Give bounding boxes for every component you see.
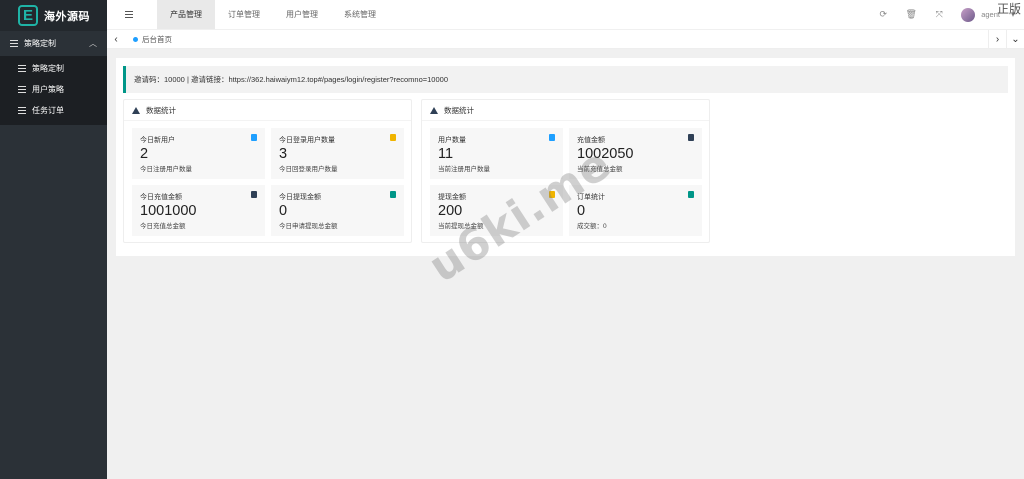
sidebar: E 海外源码 策略定制 ︿ 策略定制 用户策略 任务订单: [0, 0, 107, 479]
stat-label: 今日登录用户数量: [279, 137, 335, 144]
stat-card: 今日提现金额 0 今日申请提现总金额: [271, 185, 404, 236]
stat-value: 11: [438, 146, 454, 162]
topbar: 产品管理 订单管理 用户管理 系统管理 ⟳ 🗑 ⤧ agent ▾: [107, 0, 1024, 29]
stat-badge: [390, 134, 396, 141]
stat-label: 充值金额: [577, 137, 605, 144]
invite-banner: 邀请码：10000 | 邀请链接：https://362.haiwaiym12.…: [123, 66, 1008, 93]
stat-badge: [549, 134, 555, 141]
stat-card: 今日新用户 2 今日注册用户数量: [132, 128, 265, 179]
list-icon: [10, 40, 18, 47]
trash-icon[interactable]: 🗑: [897, 9, 925, 20]
stat-desc: 当前提现总金额: [438, 223, 484, 230]
refresh-icon[interactable]: ⟳: [869, 9, 897, 20]
stat-desc: 当前注册用户数量: [438, 166, 490, 173]
stat-card: 充值金额 1002050 当前充值总金额: [569, 128, 702, 179]
stat-badge: [251, 191, 257, 198]
panel-header: 数据统计: [124, 100, 411, 121]
sidebar-item-strategy-custom[interactable]: 策略定制: [0, 58, 107, 79]
logo-mark: E: [18, 5, 38, 26]
stat-value: 1002050: [577, 146, 634, 162]
warning-icon: [132, 106, 140, 114]
list-icon: [18, 107, 26, 114]
stats-panel-today: 数据统计 今日新用户 2 今日注册用户数量 今日登录用户数量 3 今日回登录用户…: [123, 99, 412, 243]
page-tab-label: 后台首页: [142, 34, 172, 44]
stat-card: 用户数量 11 当前注册用户数量: [430, 128, 563, 179]
sidebar-item-user-strategy[interactable]: 用户策略: [0, 79, 107, 100]
corner-label: 正版: [996, 2, 1021, 16]
list-icon: [125, 11, 133, 18]
stat-value: 0: [577, 203, 586, 219]
stat-desc: 今日充值总金额: [140, 223, 186, 230]
avatar[interactable]: [961, 7, 976, 22]
page-tabs-bar: ‹ 后台首页 › ⌄: [107, 30, 1024, 49]
stats-panel-total: 数据统计 用户数量 11 当前注册用户数量 充值金额 1002050 当前充值总…: [421, 99, 710, 243]
sidebar-group-strategy[interactable]: 策略定制 ︿: [0, 31, 107, 56]
tab-order-management[interactable]: 订单管理: [215, 0, 273, 29]
stat-value: 3: [279, 146, 288, 162]
stat-value: 0: [279, 203, 288, 219]
stat-card: 今日充值金额 1001000 今日充值总金额: [132, 185, 265, 236]
stat-badge: [390, 191, 396, 198]
dashboard-card: 邀请码：10000 | 邀请链接：https://362.haiwaiym12.…: [116, 58, 1015, 256]
stat-badge: [688, 134, 694, 141]
sidebar-item-task-orders[interactable]: 任务订单: [0, 100, 107, 121]
warning-icon: [430, 106, 438, 114]
active-dot: [133, 36, 138, 42]
stat-badge: [688, 191, 694, 198]
logo[interactable]: E 海外源码: [0, 0, 107, 31]
sidebar-group-label: 策略定制: [24, 39, 56, 48]
stat-card: 提现金额 200 当前提现总金额: [430, 185, 563, 236]
logo-text: 海外源码: [44, 10, 90, 23]
chevron-down-icon[interactable]: ⌄: [1006, 30, 1024, 49]
stat-desc: 今日注册用户数量: [140, 166, 192, 173]
sidebar-item-label: 用户策略: [32, 85, 64, 94]
stat-badge: [549, 191, 555, 198]
stat-desc: 成交额：0: [577, 223, 607, 230]
stat-label: 今日新用户: [140, 137, 175, 144]
stat-value: 2: [140, 146, 149, 162]
stat-value: 1001000: [140, 203, 197, 219]
tab-user-management[interactable]: 用户管理: [273, 0, 331, 29]
panel-title: 数据统计: [146, 105, 176, 115]
stat-label: 订单统计: [577, 194, 605, 201]
sidebar-submenu: 策略定制 用户策略 任务订单: [0, 56, 107, 125]
stat-label: 今日提现金额: [279, 194, 321, 201]
stat-desc: 当前充值总金额: [577, 166, 623, 173]
list-icon: [18, 65, 26, 72]
stat-desc: 今日回登录用户数量: [279, 166, 338, 173]
page-tabs-controls: › ⌄: [988, 30, 1024, 49]
sidebar-item-label: 任务订单: [32, 106, 64, 115]
chevron-left-icon[interactable]: ‹: [107, 34, 125, 45]
sidebar-item-label: 策略定制: [32, 64, 64, 73]
stat-label: 用户数量: [438, 137, 466, 144]
stat-card: 订单统计 0 成交额：0: [569, 185, 702, 236]
stat-desc: 今日申请提现总金额: [279, 223, 338, 230]
chevron-up-icon: ︿: [89, 39, 97, 48]
tab-product-management[interactable]: 产品管理: [157, 0, 215, 29]
stat-label: 今日充值金额: [140, 194, 182, 201]
panel-title: 数据统计: [444, 105, 474, 115]
tab-system-management[interactable]: 系统管理: [331, 0, 389, 29]
menu-toggle-button[interactable]: [107, 0, 157, 29]
stat-label: 提现金额: [438, 194, 466, 201]
stat-badge: [251, 134, 257, 141]
panel-header: 数据统计: [422, 100, 709, 121]
stat-value: 200: [438, 203, 463, 219]
stat-card: 今日登录用户数量 3 今日回登录用户数量: [271, 128, 404, 179]
page-tab-home[interactable]: 后台首页: [133, 34, 172, 45]
fullscreen-icon[interactable]: ⤧: [925, 9, 953, 20]
chevron-right-icon[interactable]: ›: [988, 30, 1006, 49]
list-icon: [18, 86, 26, 93]
